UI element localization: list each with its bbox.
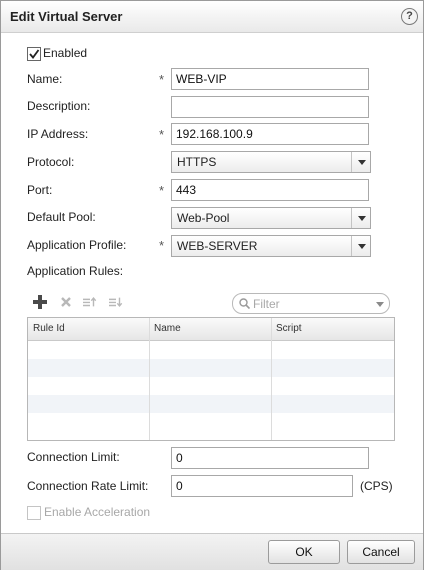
column-divider bbox=[271, 318, 272, 440]
column-name[interactable]: Name bbox=[154, 323, 181, 334]
move-down-icon[interactable] bbox=[109, 295, 123, 309]
default-pool-label: Default Pool: bbox=[27, 210, 96, 224]
description-label: Description: bbox=[27, 99, 91, 113]
port-required-mark: * bbox=[159, 183, 165, 198]
name-required-mark: * bbox=[159, 72, 165, 87]
connection-rate-limit-input[interactable] bbox=[171, 475, 353, 497]
chevron-down-icon bbox=[351, 208, 370, 228]
application-profile-required-mark: * bbox=[159, 238, 165, 253]
protocol-value: HTTPS bbox=[177, 155, 217, 169]
move-up-icon[interactable] bbox=[83, 295, 97, 309]
table-row[interactable] bbox=[28, 341, 394, 359]
filter-input[interactable]: Filter bbox=[232, 293, 390, 314]
ip-address-required-mark: * bbox=[159, 127, 165, 142]
chevron-down-icon bbox=[351, 152, 370, 172]
port-label: Port: bbox=[27, 183, 53, 197]
enabled-label: Enabled bbox=[43, 46, 88, 60]
name-label: Name: bbox=[27, 72, 63, 86]
enable-acceleration-checkbox[interactable] bbox=[27, 506, 41, 520]
column-rule-id[interactable]: Rule Id bbox=[33, 323, 65, 334]
default-pool-select[interactable]: Web-Pool bbox=[171, 207, 371, 229]
application-profile-label: Application Profile: bbox=[27, 238, 127, 252]
table-header: Rule Id Name Script bbox=[28, 318, 394, 341]
column-divider bbox=[149, 318, 150, 440]
dialog-titlebar: Edit Virtual Server ? bbox=[1, 1, 423, 33]
dialog-footer: OK Cancel bbox=[1, 533, 423, 570]
chevron-down-icon[interactable] bbox=[376, 302, 384, 307]
protocol-select[interactable]: HTTPS bbox=[171, 151, 371, 173]
table-row[interactable] bbox=[28, 413, 394, 431]
table-row[interactable] bbox=[28, 395, 394, 413]
application-profile-value: WEB-SERVER bbox=[177, 239, 258, 253]
edit-virtual-server-dialog: Edit Virtual Server ? Enabled Name: * De… bbox=[0, 0, 424, 570]
default-pool-value: Web-Pool bbox=[177, 211, 230, 225]
connection-limit-input[interactable] bbox=[171, 447, 369, 469]
table-row[interactable] bbox=[28, 359, 394, 377]
enabled-checkbox[interactable] bbox=[27, 47, 41, 61]
search-icon bbox=[239, 298, 250, 309]
column-script[interactable]: Script bbox=[276, 323, 302, 334]
cancel-button[interactable]: Cancel bbox=[347, 540, 415, 564]
name-input[interactable] bbox=[171, 68, 369, 90]
connection-rate-unit: (CPS) bbox=[360, 479, 393, 493]
dialog-title: Edit Virtual Server bbox=[10, 9, 123, 24]
port-input[interactable] bbox=[171, 179, 369, 201]
chevron-down-icon bbox=[351, 236, 370, 256]
ip-address-label: IP Address: bbox=[27, 127, 89, 141]
checkmark-icon bbox=[29, 49, 40, 59]
description-input[interactable] bbox=[171, 96, 369, 118]
delete-icon[interactable] bbox=[59, 295, 73, 309]
application-rules-label: Application Rules: bbox=[27, 264, 124, 278]
add-icon[interactable] bbox=[33, 295, 47, 309]
application-rules-table: Rule Id Name Script bbox=[27, 317, 395, 441]
enable-acceleration-label: Enable Acceleration bbox=[44, 505, 151, 519]
table-row[interactable] bbox=[28, 377, 394, 395]
protocol-label: Protocol: bbox=[27, 155, 75, 169]
help-icon[interactable]: ? bbox=[401, 8, 418, 25]
ip-address-input[interactable] bbox=[171, 123, 369, 145]
ok-button[interactable]: OK bbox=[268, 540, 340, 564]
application-profile-select[interactable]: WEB-SERVER bbox=[171, 235, 371, 257]
connection-rate-limit-label: Connection Rate Limit: bbox=[27, 479, 149, 493]
connection-limit-label: Connection Limit: bbox=[27, 450, 120, 464]
filter-placeholder: Filter bbox=[253, 297, 280, 311]
